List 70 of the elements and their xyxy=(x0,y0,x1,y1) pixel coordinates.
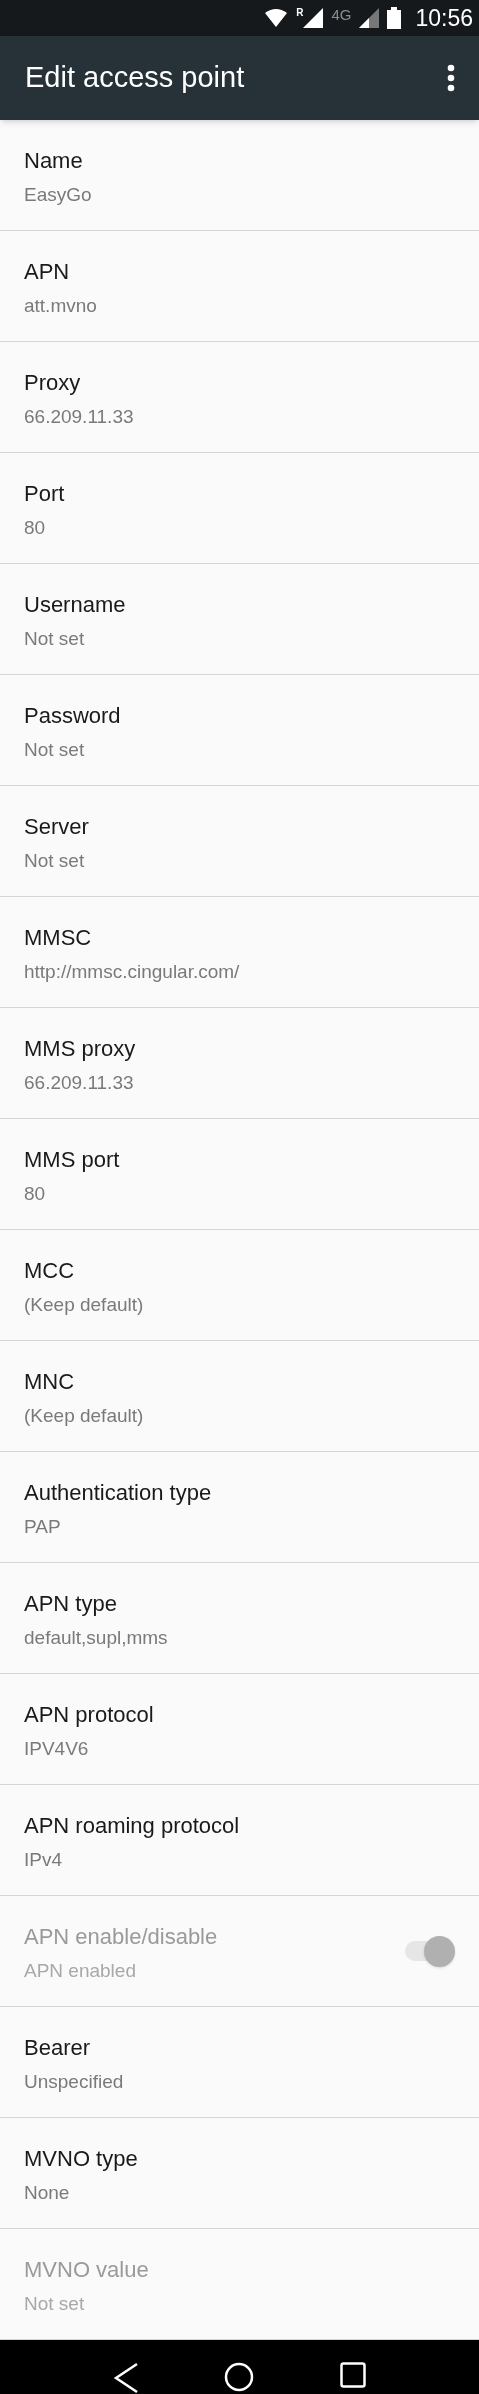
setting-row[interactable]: MCC (Keep default) xyxy=(0,1230,479,1341)
roaming-label: R xyxy=(296,8,304,18)
setting-title: MNC xyxy=(24,1368,76,1397)
setting-row[interactable]: Bearer Unspecified xyxy=(0,2007,479,2118)
setting-row[interactable]: APN protocol IPV4V6 xyxy=(0,1674,479,1785)
toolbar-title: Edit access point xyxy=(25,60,245,96)
signal-icon xyxy=(359,8,380,28)
setting-row[interactable]: Password Not set xyxy=(0,675,479,786)
setting-row[interactable]: MMS proxy 66.209.11.33 xyxy=(0,1008,479,1119)
signal-icon xyxy=(303,8,324,28)
setting-value: Not set xyxy=(24,849,86,874)
setting-value: Not set xyxy=(24,2292,86,2317)
setting-row[interactable]: APN type default,supl,mms xyxy=(0,1563,479,1674)
setting-title: Port xyxy=(24,480,65,509)
setting-value: IPv4 xyxy=(24,1848,64,1873)
setting-title: APN xyxy=(24,258,71,287)
home-icon[interactable] xyxy=(224,2362,255,2392)
setting-row[interactable]: APN roaming protocol IPv4 xyxy=(0,1785,479,1896)
recents-icon[interactable] xyxy=(340,2362,367,2388)
setting-value: (Keep default) xyxy=(24,1293,144,1318)
setting-row[interactable]: MVNO type None xyxy=(0,2118,479,2229)
setting-row[interactable]: Proxy 66.209.11.33 xyxy=(0,342,479,453)
wifi-icon xyxy=(264,8,289,28)
setting-title: MVNO value xyxy=(24,2256,149,2285)
setting-title: APN roaming protocol xyxy=(24,1812,240,1841)
setting-value: APN enabled xyxy=(24,1959,137,1984)
setting-row[interactable]: Port 80 xyxy=(0,453,479,564)
network-label: 4G xyxy=(331,5,352,25)
setting-value: IPV4V6 xyxy=(24,1737,90,1762)
setting-title: MVNO type xyxy=(24,2145,138,2174)
setting-value: 80 xyxy=(24,1182,47,1207)
setting-title: APN protocol xyxy=(24,1701,154,1730)
setting-title: Name xyxy=(24,147,84,176)
battery-icon xyxy=(387,7,402,29)
setting-value: Not set xyxy=(24,738,86,763)
setting-value: Unspecified xyxy=(24,2070,124,2095)
setting-row[interactable]: MMS port 80 xyxy=(0,1119,479,1230)
setting-value: att.mvno xyxy=(24,294,97,319)
setting-row[interactable]: Authentication type PAP xyxy=(0,1452,479,1563)
setting-title: MCC xyxy=(24,1257,76,1286)
setting-title: MMS proxy xyxy=(24,1035,136,1064)
clock-time: 10:56 xyxy=(415,3,473,33)
back-icon[interactable] xyxy=(112,2362,139,2394)
setting-title: Bearer xyxy=(24,2034,92,2063)
setting-title: MMS port xyxy=(24,1146,120,1175)
setting-value: (Keep default) xyxy=(24,1404,144,1429)
setting-title: Authentication type xyxy=(24,1479,212,1508)
setting-row[interactable]: MMSC http://mmsc.cingular.com/ xyxy=(0,897,479,1008)
setting-value: None xyxy=(24,2181,71,2206)
setting-value: 66.209.11.33 xyxy=(24,405,134,430)
setting-row[interactable]: Username Not set xyxy=(0,564,479,675)
setting-value: http://mmsc.cingular.com/ xyxy=(24,960,240,985)
setting-row[interactable]: MNC (Keep default) xyxy=(0,1341,479,1452)
setting-title: Proxy xyxy=(24,369,82,398)
more-options-icon xyxy=(447,64,455,92)
setting-row[interactable]: Server Not set xyxy=(0,786,479,897)
setting-value: PAP xyxy=(24,1515,62,1540)
setting-title: MMSC xyxy=(24,924,93,953)
setting-value: default,supl,mms xyxy=(24,1626,168,1651)
setting-title: Server xyxy=(24,813,89,842)
setting-row[interactable]: Name EasyGo xyxy=(0,120,479,231)
setting-value: 80 xyxy=(24,516,47,541)
setting-title: Password xyxy=(24,702,121,731)
setting-value: EasyGo xyxy=(24,183,92,208)
setting-value: 66.209.11.33 xyxy=(24,1071,135,1096)
setting-title: APN type xyxy=(24,1590,118,1619)
setting-row[interactable]: APN att.mvno xyxy=(0,231,479,342)
setting-title: Username xyxy=(24,591,126,620)
setting-value: Not set xyxy=(24,627,86,652)
setting-title: APN enable/disable xyxy=(24,1923,218,1952)
